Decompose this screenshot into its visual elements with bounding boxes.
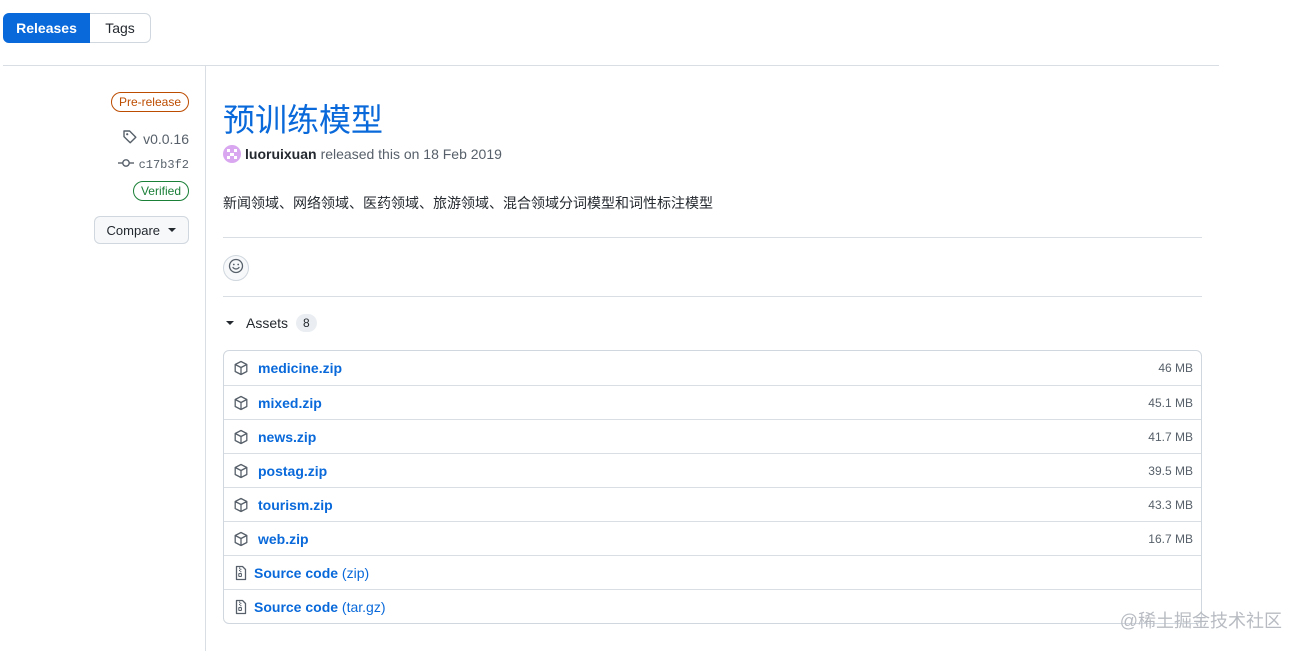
- asset-download-link[interactable]: postag.zip: [258, 463, 327, 479]
- source-label: Source code: [254, 564, 339, 581]
- commit-icon: [117, 155, 134, 175]
- package-icon: [233, 429, 249, 445]
- source-label: Source code: [254, 598, 339, 615]
- asset-download-link[interactable]: medicine.zip: [258, 360, 342, 376]
- assets-label: Assets: [246, 315, 289, 331]
- asset-row: news.zip 41.7 MB: [224, 419, 1201, 453]
- prerelease-badge: Pre-release: [110, 92, 189, 112]
- timeline-divider: [205, 65, 206, 651]
- tag-link[interactable]: v0.0.16: [0, 129, 189, 148]
- tab-tags[interactable]: Tags: [90, 13, 151, 43]
- asset-row: tourism.zip 43.3 MB: [224, 487, 1201, 521]
- asset-row: mixed.zip 45.1 MB: [224, 385, 1201, 419]
- file-zip-icon: [233, 565, 249, 581]
- asset-download-link[interactable]: tourism.zip: [258, 497, 333, 513]
- watermark: @稀土掘金技术社区: [1119, 611, 1282, 631]
- reactions-divider: [223, 296, 1202, 297]
- asset-row: medicine.zip 46 MB: [224, 351, 1201, 385]
- tag-label: v0.0.16: [143, 130, 189, 147]
- package-icon: [233, 531, 249, 547]
- asset-size: 46 MB: [1158, 361, 1193, 375]
- compare-row: Compare: [0, 216, 189, 244]
- source-row: Source code (zip): [224, 555, 1201, 589]
- release-byline: luoruixuan released this on 18 Feb 2019: [223, 145, 502, 163]
- prerelease-row: Pre-release: [0, 92, 189, 112]
- release-tabs: Releases Tags: [3, 13, 151, 43]
- asset-size: 39.5 MB: [1148, 463, 1193, 478]
- package-icon: [233, 395, 249, 411]
- package-icon: [233, 463, 249, 479]
- asset-row: web.zip 16.7 MB: [224, 521, 1201, 555]
- caret-down-icon: [168, 228, 176, 232]
- commit-link[interactable]: c17b3f2: [0, 155, 189, 175]
- verified-badge[interactable]: Verified: [132, 181, 189, 201]
- assets-toggle[interactable]: Assets 8: [226, 314, 317, 332]
- release-description: 新闻领域、网络领域、医药领域、旅游领域、混合领域分词模型和词性标注模型: [223, 195, 713, 211]
- caret-down-icon: [226, 321, 234, 325]
- asset-download-link[interactable]: news.zip: [258, 429, 316, 445]
- author-link[interactable]: luoruixuan: [245, 146, 317, 162]
- asset-download-link[interactable]: web.zip: [258, 531, 309, 547]
- release-title[interactable]: 预训练模型: [223, 95, 383, 141]
- asset-size: 41.7 MB: [1148, 429, 1193, 444]
- header-divider: [3, 65, 1219, 66]
- source-format: (tar.gz): [341, 598, 386, 615]
- assets-count-badge: 8: [296, 314, 317, 332]
- package-icon: [233, 360, 249, 376]
- package-icon: [233, 497, 249, 513]
- smiley-icon: [228, 258, 244, 279]
- asset-size: 45.1 MB: [1148, 395, 1193, 410]
- compare-label: Compare: [106, 222, 160, 238]
- verified-row: Verified: [0, 181, 189, 201]
- compare-button[interactable]: Compare: [93, 216, 189, 244]
- add-reaction-button[interactable]: [223, 255, 249, 281]
- source-zip-link[interactable]: Source code (zip): [254, 565, 369, 581]
- file-zip-icon: [233, 599, 249, 615]
- source-row: Source code (tar.gz): [224, 589, 1201, 623]
- description-divider: [223, 237, 1202, 238]
- tab-releases[interactable]: Releases: [3, 13, 90, 43]
- avatar[interactable]: [223, 145, 241, 163]
- release-date-text: released this on 18 Feb 2019: [320, 146, 502, 162]
- asset-size: 16.7 MB: [1148, 531, 1193, 546]
- tag-icon: [122, 129, 138, 148]
- asset-size: 43.3 MB: [1148, 497, 1193, 512]
- source-targz-link[interactable]: Source code (tar.gz): [254, 599, 386, 615]
- asset-row: postag.zip 39.5 MB: [224, 453, 1201, 487]
- source-format: (zip): [341, 564, 370, 581]
- assets-list: medicine.zip 46 MB mixed.zip 45.1 MB new…: [223, 350, 1202, 624]
- asset-download-link[interactable]: mixed.zip: [258, 395, 322, 411]
- commit-sha: c17b3f2: [138, 158, 189, 172]
